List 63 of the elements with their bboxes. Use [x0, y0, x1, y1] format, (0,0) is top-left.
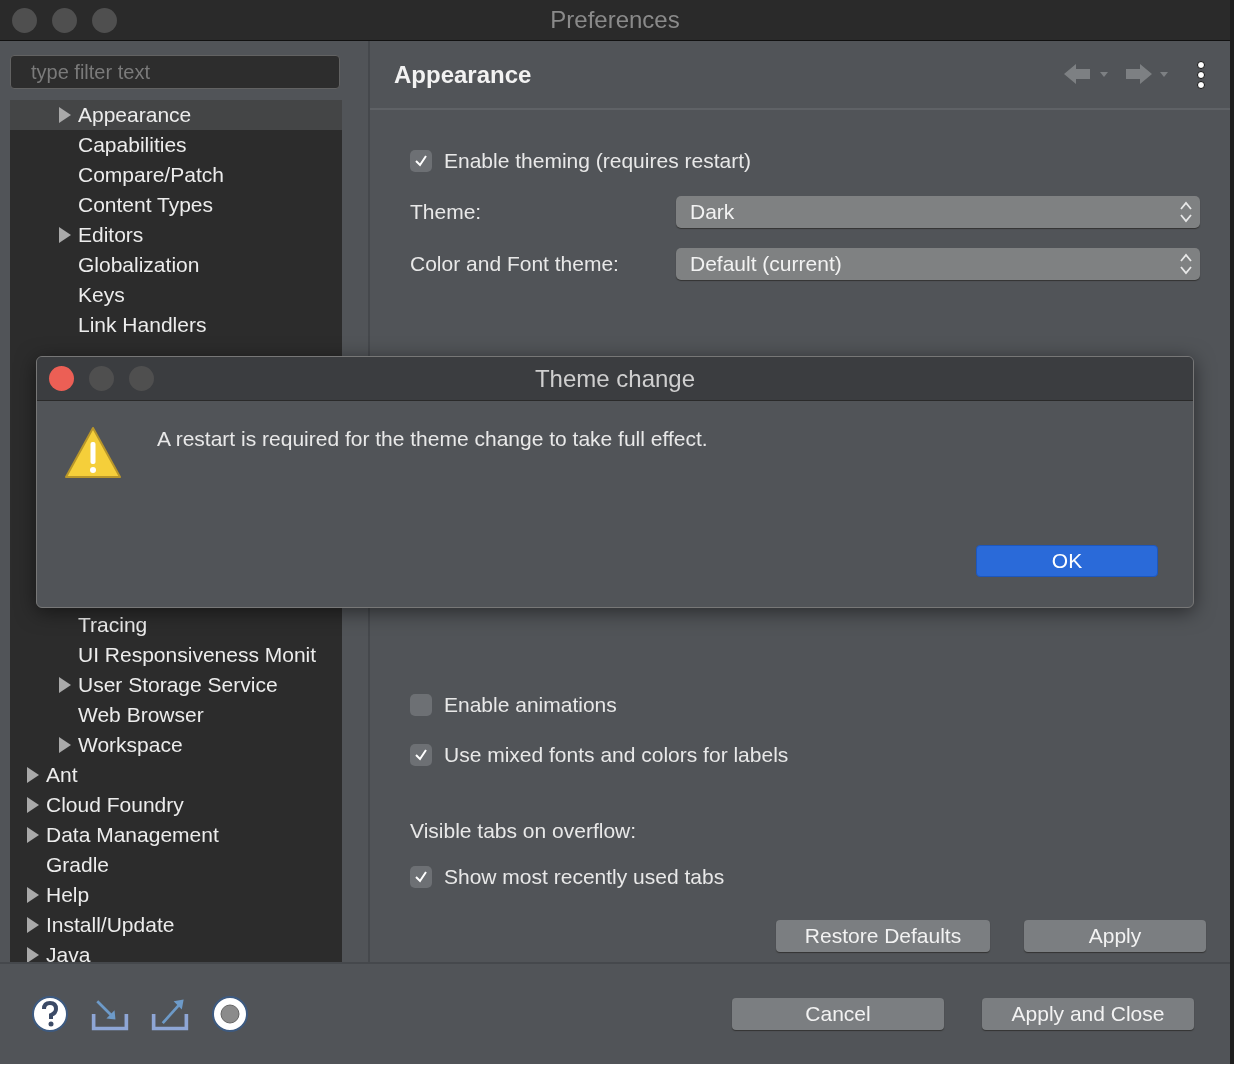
dialog-title: Theme change — [533, 364, 697, 393]
tree-item[interactable]: Tracing — [10, 610, 342, 640]
checkbox[interactable] — [410, 866, 432, 888]
tree-item[interactable]: Link Handlers — [10, 310, 342, 340]
dialog-message: A restart is required for the theme change to take full effect. — [157, 427, 708, 451]
tree-item[interactable]: Java — [10, 940, 342, 962]
checkmark-icon — [413, 869, 429, 885]
ok-button[interactable]: OK — [976, 545, 1158, 577]
more-menu-icon[interactable] — [1196, 59, 1206, 90]
expand-arrow-icon[interactable] — [26, 826, 40, 844]
expand-arrow-icon[interactable] — [58, 736, 72, 754]
tree-item[interactable]: Editors — [10, 220, 342, 250]
checkbox-label: Enable theming (requires restart) — [444, 149, 751, 173]
theme-dropdown[interactable]: Default (current) — [676, 248, 1200, 280]
expand-arrow-icon[interactable] — [26, 946, 40, 962]
footer-button[interactable]: Cancel — [732, 998, 944, 1030]
warning-icon — [63, 425, 123, 481]
tree-item[interactable]: Gradle — [10, 850, 342, 880]
footer-button[interactable]: Apply and Close — [982, 998, 1194, 1030]
tree-item[interactable]: Compare/Patch — [10, 160, 342, 190]
tree-item[interactable]: User Storage Service — [10, 670, 342, 700]
record-icon[interactable] — [210, 994, 250, 1034]
close-button[interactable] — [49, 366, 74, 391]
page-button[interactable]: Restore Defaults — [776, 920, 990, 952]
tree-item[interactable]: Ant — [10, 760, 342, 790]
expand-arrow-icon[interactable] — [26, 796, 40, 814]
tree-item[interactable]: Workspace — [10, 730, 342, 760]
stepper-icon — [1180, 201, 1192, 223]
checkbox-label: Show most recently used tabs — [444, 865, 725, 889]
tree-item[interactable]: Data Management — [10, 820, 342, 850]
field-label: Color and Font theme: — [410, 252, 620, 276]
checkbox-label: Enable animations — [444, 693, 617, 717]
tree-item[interactable]: Appearance — [10, 100, 342, 130]
tree-item[interactable]: Globalization — [10, 250, 342, 280]
tree-item[interactable]: Web Browser — [10, 700, 342, 730]
tree-item[interactable]: Capabilities — [10, 130, 342, 160]
field-label: Theme: — [410, 200, 483, 224]
checkmark-icon — [413, 747, 429, 763]
tree-item[interactable]: Help — [10, 880, 342, 910]
checkbox-label: Use mixed fonts and colors for labels — [444, 743, 789, 767]
checkmark-icon — [413, 153, 429, 169]
expand-arrow-icon[interactable] — [58, 676, 72, 694]
expand-arrow-icon[interactable] — [26, 916, 40, 934]
stepper-icon — [1180, 253, 1192, 275]
tree-item[interactable]: Content Types — [10, 190, 342, 220]
checkbox[interactable] — [410, 744, 432, 766]
tree-item[interactable]: UI Responsiveness Monit — [10, 640, 342, 670]
help-icon[interactable] — [30, 994, 70, 1034]
checkbox[interactable] — [410, 150, 432, 172]
tree-item[interactable]: Install/Update — [10, 910, 342, 940]
expand-arrow-icon[interactable] — [58, 106, 72, 124]
window-title: Preferences — [549, 6, 681, 34]
expand-arrow-icon[interactable] — [26, 886, 40, 904]
tree-item[interactable]: Cloud Foundry — [10, 790, 342, 820]
theme-dropdown[interactable]: Dark — [676, 196, 1200, 228]
tree-item[interactable]: Keys — [10, 280, 342, 310]
checkbox[interactable] — [410, 694, 432, 716]
expand-arrow-icon[interactable] — [26, 766, 40, 784]
filter-field[interactable]: type filter text — [10, 55, 340, 89]
expand-arrow-icon[interactable] — [58, 226, 72, 244]
page-title: Appearance — [394, 60, 532, 89]
page-button[interactable]: Apply — [1024, 920, 1206, 952]
section-label: Visible tabs on overflow: — [410, 819, 637, 843]
